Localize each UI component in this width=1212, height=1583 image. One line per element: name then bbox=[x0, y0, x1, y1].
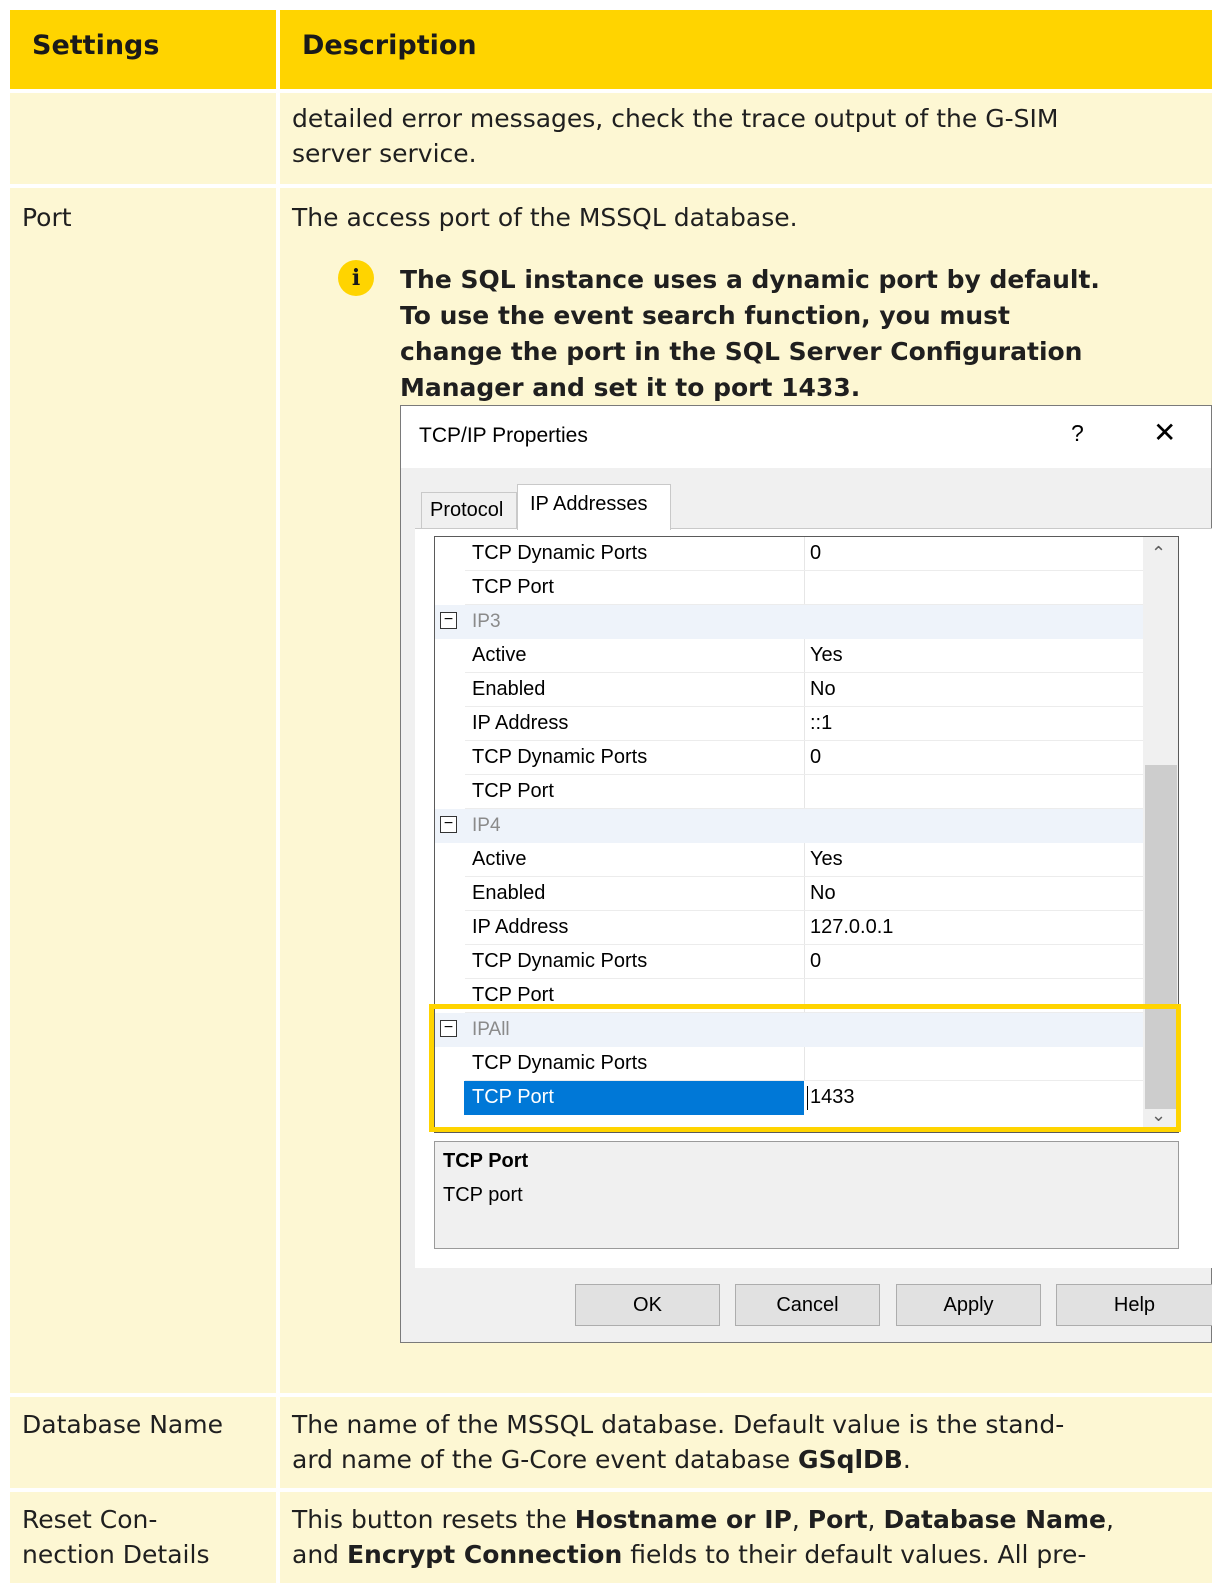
setting-label: nection Details bbox=[22, 1540, 210, 1569]
desc-text: The name of the MSSQL database. Default … bbox=[292, 1410, 1065, 1439]
desc-text: detailed error messages, check the trace… bbox=[292, 104, 1059, 133]
desc-fragment: , bbox=[791, 1505, 808, 1534]
row-reset-description: This button resets the Hostname or IP, P… bbox=[280, 1492, 1212, 1583]
desc-bold: Database Name bbox=[883, 1505, 1106, 1534]
property-name: TCP Port bbox=[472, 576, 554, 598]
row-continued-setting bbox=[10, 93, 276, 184]
property-value: No bbox=[810, 678, 836, 700]
tcpip-properties-dialog: TCP/IP Properties ? ✕ Protocol IP Addres… bbox=[400, 405, 1212, 1343]
help-button[interactable]: Help bbox=[1056, 1284, 1212, 1326]
property-value: ::1 bbox=[810, 712, 833, 734]
tab-ip-addresses[interactable]: IP Addresses bbox=[517, 484, 671, 530]
property-value: Yes bbox=[810, 644, 843, 666]
property-row[interactable]: Active Yes bbox=[435, 639, 1143, 673]
property-name: TCP Port bbox=[472, 780, 554, 802]
property-name: Enabled bbox=[472, 678, 546, 700]
group-name: IP3 bbox=[472, 611, 501, 632]
property-row[interactable]: TCP Port bbox=[435, 571, 1143, 605]
desc-fragment: This button resets the bbox=[292, 1505, 575, 1534]
desc-text: server service. bbox=[292, 139, 477, 168]
group-name: IP4 bbox=[472, 815, 501, 836]
header-description: Description bbox=[280, 10, 1212, 89]
minus-box-icon[interactable]: − bbox=[440, 816, 457, 833]
setting-label: Port bbox=[22, 203, 72, 232]
setting-label: Reset Con- bbox=[22, 1505, 158, 1534]
desc-fragment: fields to their default values. All pre- bbox=[622, 1540, 1087, 1569]
property-name: Active bbox=[472, 848, 527, 870]
setting-label: Database Name bbox=[22, 1410, 223, 1439]
property-row[interactable]: IP Address ::1 bbox=[435, 707, 1143, 741]
row-port-setting: Port bbox=[10, 188, 276, 1393]
header-description-label: Description bbox=[302, 30, 477, 61]
desc-fragment: and bbox=[292, 1540, 347, 1569]
desc-text: and Encrypt Connection fields to their d… bbox=[292, 1537, 1086, 1572]
note-text: The SQL instance uses a dynamic port by … bbox=[400, 265, 1100, 294]
property-row[interactable]: TCP Dynamic Ports 0 bbox=[435, 537, 1143, 571]
header-settings-label: Settings bbox=[32, 30, 160, 61]
highlight-frame bbox=[429, 1004, 1181, 1132]
property-row[interactable]: TCP Dynamic Ports 0 bbox=[435, 741, 1143, 775]
ok-button[interactable]: OK bbox=[575, 1284, 720, 1326]
header-settings: Settings bbox=[10, 10, 276, 89]
desc-text: The access port of the MSSQL database. bbox=[292, 203, 798, 232]
property-row[interactable]: TCP Dynamic Ports 0 bbox=[435, 945, 1143, 979]
property-value: No bbox=[810, 882, 836, 904]
property-description-box: TCP Port TCP port bbox=[434, 1141, 1179, 1249]
close-icon[interactable]: ✕ bbox=[1153, 416, 1176, 449]
cancel-button[interactable]: Cancel bbox=[735, 1284, 880, 1326]
property-row[interactable]: Active Yes bbox=[435, 843, 1143, 877]
property-row[interactable]: Enabled No bbox=[435, 673, 1143, 707]
property-value: Yes bbox=[810, 848, 843, 870]
property-name: TCP Dynamic Ports bbox=[472, 542, 648, 564]
description-title: TCP Port bbox=[443, 1150, 529, 1172]
tab-protocol[interactable]: Protocol bbox=[421, 492, 517, 528]
apply-button[interactable]: Apply bbox=[896, 1284, 1041, 1326]
note-text: To use the event search function, you mu… bbox=[400, 301, 1011, 330]
property-name: IP Address bbox=[472, 712, 569, 734]
property-value: 0 bbox=[810, 950, 822, 972]
desc-bold: Encrypt Connection bbox=[346, 1540, 623, 1569]
desc-fragment: ard name of the G-Core event database bbox=[292, 1445, 799, 1474]
property-value: 0 bbox=[810, 542, 822, 564]
desc-text: ard name of the G-Core event database GS… bbox=[292, 1442, 911, 1477]
note-text: Manager and set it to port 1433. bbox=[400, 373, 861, 402]
row-dbname-setting: Database Name bbox=[10, 1397, 276, 1488]
info-icon: i bbox=[338, 260, 374, 296]
desc-text: This button resets the Hostname or IP, P… bbox=[292, 1502, 1114, 1537]
property-row[interactable]: Enabled No bbox=[435, 877, 1143, 911]
group-row-ip3[interactable]: − IP3 bbox=[435, 605, 1143, 639]
desc-fragment: , bbox=[867, 1505, 884, 1534]
property-row[interactable]: TCP Port bbox=[435, 775, 1143, 809]
property-value: 0 bbox=[810, 746, 822, 768]
help-icon[interactable]: ? bbox=[1071, 420, 1084, 447]
desc-fragment: , bbox=[1105, 1505, 1114, 1534]
property-name: Enabled bbox=[472, 882, 546, 904]
group-row-ip4[interactable]: − IP4 bbox=[435, 809, 1143, 843]
row-reset-setting: Reset Con- nection Details bbox=[10, 1492, 276, 1583]
row-dbname-description: The name of the MSSQL database. Default … bbox=[280, 1397, 1212, 1488]
property-value: 127.0.0.1 bbox=[810, 916, 894, 938]
desc-fragment: . bbox=[902, 1445, 911, 1474]
dialog-title: TCP/IP Properties bbox=[419, 424, 588, 447]
desc-bold: GSqlDB bbox=[798, 1445, 903, 1474]
note-text: change the port in the SQL Server Config… bbox=[400, 337, 1083, 366]
minus-box-icon[interactable]: − bbox=[440, 612, 457, 629]
property-name: TCP Dynamic Ports bbox=[472, 746, 648, 768]
property-name: TCP Dynamic Ports bbox=[472, 950, 648, 972]
property-name: Active bbox=[472, 644, 527, 666]
description-text: TCP port bbox=[443, 1184, 523, 1206]
desc-bold: Port bbox=[807, 1505, 868, 1534]
chevron-up-icon[interactable]: ⌃ bbox=[1151, 543, 1166, 564]
desc-bold: Hostname or IP bbox=[574, 1505, 792, 1534]
property-row[interactable]: IP Address 127.0.0.1 bbox=[435, 911, 1143, 945]
dialog-titlebar: TCP/IP Properties ? ✕ bbox=[401, 406, 1211, 468]
row-continued-description: detailed error messages, check the trace… bbox=[280, 93, 1212, 184]
property-name: IP Address bbox=[472, 916, 569, 938]
